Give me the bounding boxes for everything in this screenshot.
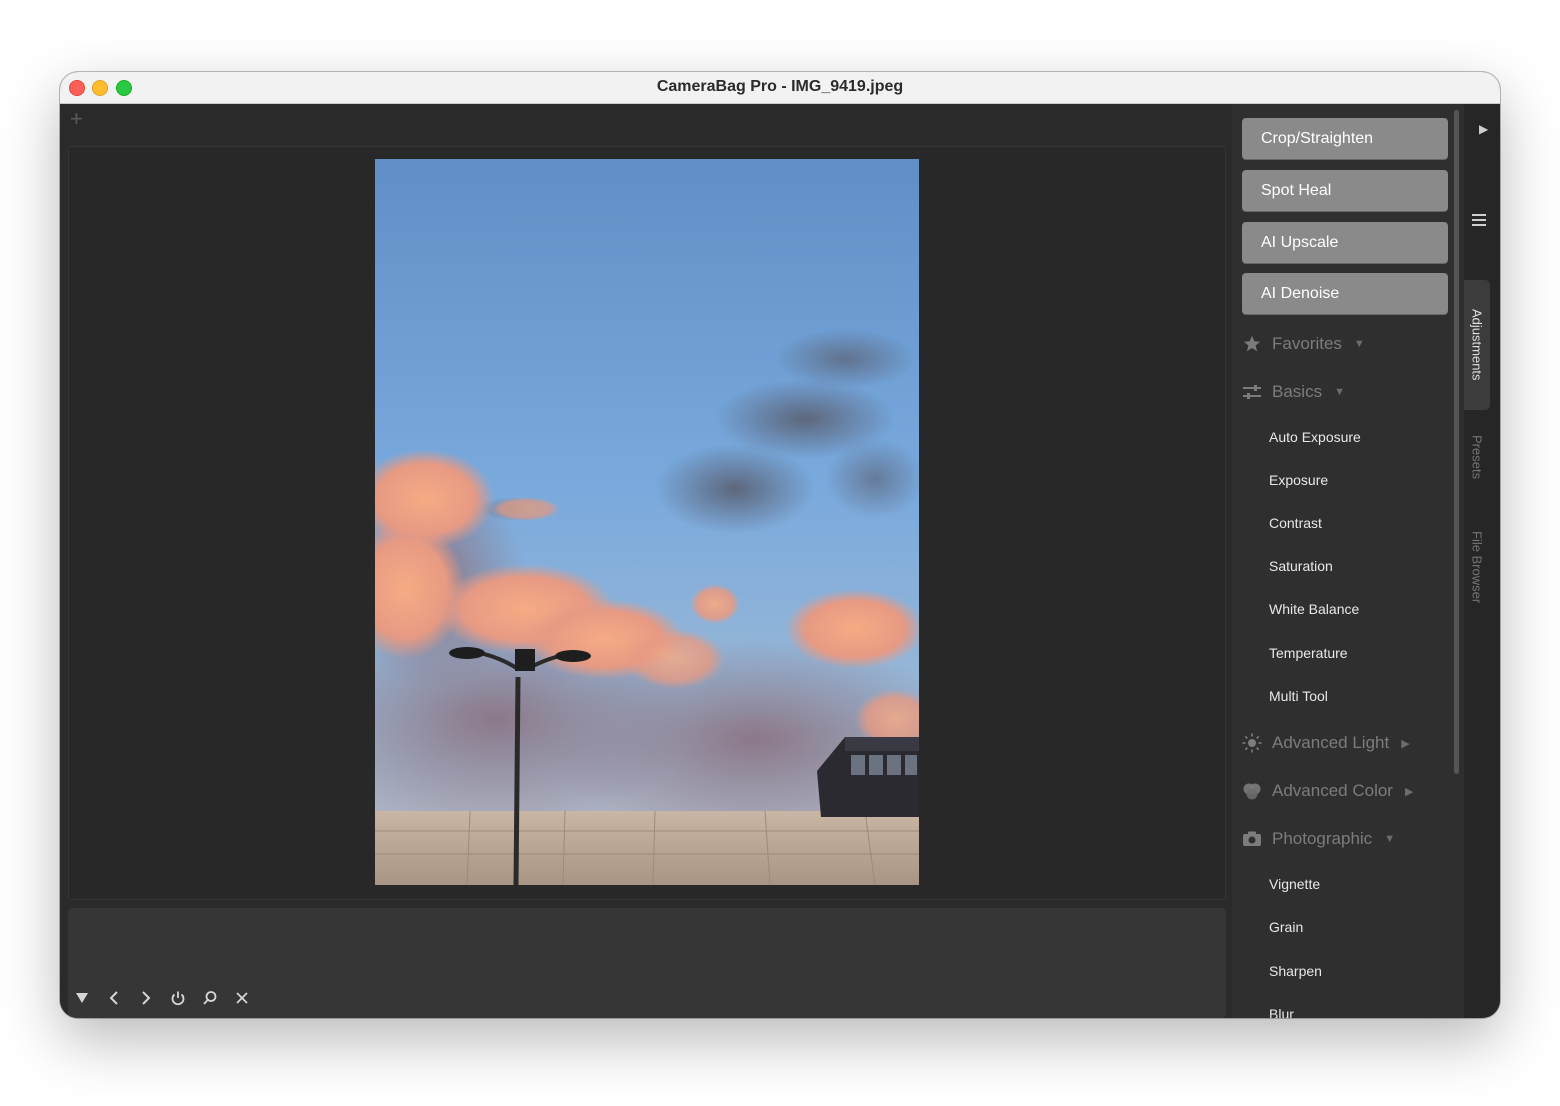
chevron-down-icon: ▼	[1353, 338, 1365, 350]
chevron-right-icon: ▶	[1401, 737, 1410, 750]
section-advanced-color[interactable]: Advanced Color ▶	[1242, 777, 1413, 805]
color-circles-icon	[1242, 781, 1262, 801]
section-basics-label: Basics	[1272, 382, 1323, 401]
adjustment-multi-tool[interactable]: Multi Tool	[1269, 688, 1328, 704]
section-advanced-light-label: Advanced Light	[1272, 733, 1390, 752]
adjustment-vignette[interactable]: Vignette	[1269, 876, 1320, 892]
play-icon[interactable]: ▶	[1479, 122, 1488, 136]
side-tab-strip: ▶ Adjustments Presets File Browser	[1464, 104, 1500, 1018]
section-advanced-light[interactable]: Advanced Light ▶	[1242, 729, 1410, 757]
adjustments-panel: Crop/Straighten Spot Heal AI Upscale AI …	[1232, 104, 1464, 1018]
adjustment-auto-exposure[interactable]: Auto Exposure	[1269, 429, 1361, 445]
section-photographic[interactable]: Photographic ▼	[1242, 825, 1395, 853]
hamburger-menu-icon[interactable]	[1472, 214, 1486, 229]
app-window: CameraBag Pro - IMG_9419.jpeg + Crop/Str…	[60, 72, 1500, 1018]
section-basics[interactable]: Basics ▼	[1242, 378, 1345, 406]
adjustment-white-balance[interactable]: White Balance	[1269, 601, 1359, 617]
ai-upscale-button[interactable]: AI Upscale	[1242, 222, 1448, 264]
image-workspace: +	[60, 104, 1232, 1018]
tab-adjustments-label: Adjustments	[1469, 309, 1485, 381]
section-favorites-label: Favorites	[1272, 334, 1342, 353]
section-photographic-label: Photographic	[1272, 829, 1373, 848]
section-favorites[interactable]: Favorites ▼	[1242, 330, 1365, 358]
power-icon[interactable]	[168, 988, 188, 1008]
adjustment-saturation[interactable]: Saturation	[1269, 558, 1333, 574]
sun-icon	[1242, 733, 1262, 753]
adjustment-temperature[interactable]: Temperature	[1269, 645, 1348, 661]
sliders-icon	[1242, 382, 1262, 402]
chevron-right-icon: ▶	[1404, 785, 1414, 798]
next-icon[interactable]	[136, 988, 156, 1008]
collapse-triangle-icon[interactable]	[72, 988, 92, 1008]
tab-file-browser[interactable]: File Browser	[1464, 512, 1490, 622]
tab-adjustments[interactable]: Adjustments	[1464, 280, 1490, 410]
chevron-down-icon: ▼	[1334, 386, 1345, 398]
tab-presets-label: Presets	[1469, 434, 1485, 480]
bottom-controls	[72, 988, 252, 1008]
title-bar: CameraBag Pro - IMG_9419.jpeg	[60, 72, 1500, 104]
adjustment-sharpen[interactable]: Sharpen	[1269, 963, 1322, 979]
star-icon	[1242, 334, 1262, 354]
panel-scrollbar[interactable]	[1454, 110, 1459, 774]
search-icon[interactable]	[200, 988, 220, 1008]
chevron-down-icon: ▼	[1384, 833, 1396, 845]
section-advanced-color-label: Advanced Color	[1272, 781, 1393, 800]
adjustment-exposure[interactable]: Exposure	[1269, 472, 1328, 488]
ai-denoise-button[interactable]: AI Denoise	[1242, 273, 1448, 315]
camera-icon	[1242, 829, 1262, 849]
spot-heal-button[interactable]: Spot Heal	[1242, 170, 1448, 212]
crop-straighten-button[interactable]: Crop/Straighten	[1242, 118, 1448, 160]
adjustment-contrast[interactable]: Contrast	[1269, 515, 1322, 531]
previous-icon[interactable]	[104, 988, 124, 1008]
close-icon[interactable]	[232, 988, 252, 1008]
tab-presets[interactable]: Presets	[1464, 422, 1490, 492]
add-tab-icon[interactable]: +	[70, 106, 83, 132]
adjustment-blur[interactable]: Blur	[1269, 1006, 1294, 1018]
adjustment-grain[interactable]: Grain	[1269, 919, 1303, 935]
photo-preview	[375, 159, 919, 885]
window-title: CameraBag Pro - IMG_9419.jpeg	[656, 78, 904, 95]
tab-file-browser-label: File Browser	[1469, 530, 1485, 604]
image-canvas[interactable]	[68, 146, 1226, 900]
